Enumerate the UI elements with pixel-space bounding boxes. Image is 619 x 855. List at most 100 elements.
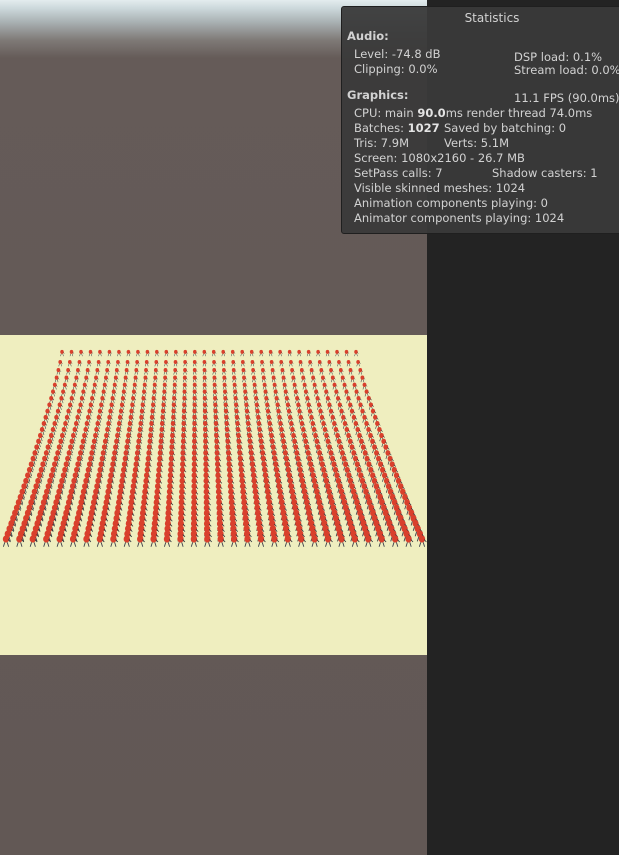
- character: [264, 396, 270, 404]
- character: [305, 396, 311, 404]
- character: [212, 368, 217, 375]
- character: [122, 382, 128, 390]
- character: [327, 359, 332, 367]
- character: [250, 359, 256, 367]
- character: [155, 349, 160, 357]
- character: [280, 368, 286, 375]
- character: [337, 359, 342, 367]
- character: [140, 402, 146, 410]
- character: [242, 375, 247, 383]
- character: [232, 375, 237, 383]
- character: [52, 382, 58, 390]
- character: [91, 389, 97, 397]
- character: [202, 368, 208, 375]
- character: [212, 389, 218, 397]
- character: [299, 368, 305, 375]
- character: [346, 396, 352, 404]
- graphics-heading: Graphics:: [347, 88, 409, 102]
- character: [131, 389, 137, 397]
- character: [296, 402, 302, 410]
- character: [96, 535, 105, 547]
- character: [213, 396, 219, 404]
- character: [230, 535, 239, 547]
- character: [69, 349, 75, 357]
- character: [324, 389, 330, 397]
- character: [126, 349, 131, 357]
- character: [308, 359, 313, 367]
- character: [144, 368, 149, 375]
- character: [133, 375, 139, 383]
- character: [332, 382, 338, 390]
- character: [130, 402, 136, 410]
- character: [329, 368, 334, 375]
- character: [240, 349, 245, 357]
- character: [183, 349, 188, 357]
- character: [244, 402, 250, 410]
- character: [59, 396, 65, 404]
- character: [223, 389, 228, 397]
- character: [132, 382, 138, 390]
- character: [212, 375, 218, 383]
- character: [358, 368, 363, 375]
- character: [348, 368, 354, 375]
- character: [358, 402, 364, 410]
- character: [112, 382, 118, 390]
- character: [338, 535, 347, 547]
- character: [183, 368, 188, 375]
- character: [292, 382, 298, 390]
- stream-load: Stream load: 0.0%: [514, 63, 619, 77]
- character: [102, 382, 108, 390]
- character: [192, 382, 198, 390]
- character: [66, 368, 71, 375]
- character: [251, 368, 256, 375]
- character: [298, 535, 306, 547]
- character: [223, 396, 229, 404]
- character: [192, 359, 198, 367]
- character: [152, 382, 158, 390]
- character: [368, 402, 374, 410]
- stats-title: Statistics: [464, 11, 520, 25]
- character: [125, 359, 131, 367]
- character: [261, 375, 267, 383]
- character: [233, 396, 239, 404]
- character: [173, 375, 178, 383]
- character: [164, 359, 169, 367]
- character: [233, 389, 239, 397]
- character: [87, 359, 92, 367]
- character: [85, 368, 91, 375]
- character: [163, 535, 172, 547]
- audio-clipping: Clipping: 0.0%: [354, 62, 438, 76]
- character: [202, 359, 207, 367]
- character: [243, 396, 249, 404]
- character: [81, 389, 87, 397]
- character: [67, 359, 73, 367]
- character: [254, 402, 260, 410]
- character: [153, 375, 158, 383]
- character: [154, 359, 159, 367]
- character: [84, 375, 89, 383]
- character: [57, 402, 63, 410]
- character: [202, 389, 208, 397]
- character: [346, 359, 352, 367]
- character: [202, 375, 208, 383]
- character: [131, 396, 137, 404]
- character: [222, 375, 228, 383]
- character: [306, 349, 312, 357]
- character: [273, 389, 279, 397]
- character: [172, 382, 178, 390]
- character: [202, 349, 207, 357]
- character: [88, 349, 94, 357]
- character: [284, 396, 290, 404]
- character: [281, 375, 287, 383]
- character: [231, 368, 237, 375]
- character: [110, 535, 119, 547]
- character: [221, 359, 227, 367]
- character: [325, 396, 331, 404]
- character: [171, 402, 177, 410]
- character: [119, 402, 125, 410]
- character: [177, 535, 186, 547]
- statistics-panel: Statistics Audio: Level: -74.8 dB Clippi…: [341, 6, 619, 234]
- character: [222, 382, 228, 390]
- character: [275, 402, 281, 410]
- character: [162, 389, 168, 397]
